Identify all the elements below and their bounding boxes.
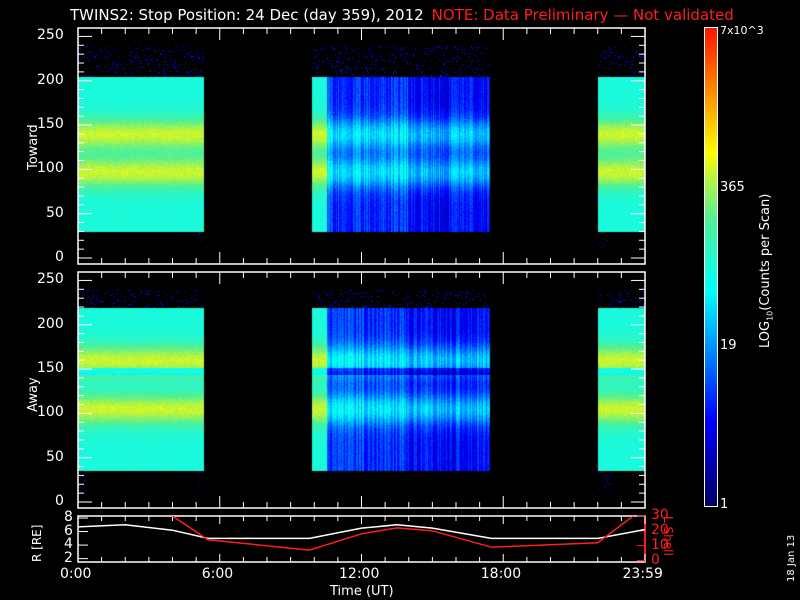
y-tick-label: 0 [55,493,64,509]
y-tick-label: 100 [37,160,64,177]
y-tick-label: 0 [55,249,64,265]
x-tick-label: 12:00 [339,566,380,582]
x-tick-label: 6:00 [201,566,234,582]
lshell-tick-label: 30 [651,507,669,523]
y-tick-label: 100 [37,404,64,421]
label-sub: 10 [765,310,775,321]
x-axis-label: Time (UT) [330,584,394,599]
colorbar [704,27,718,507]
lshell-tick-label: 20 [651,521,669,538]
colorbar-tick-max: 7x10^3 [720,24,764,37]
date-stamp: 18 Jan 13 [786,534,797,582]
lshell-line [172,516,634,551]
y-tick-label: 250 [37,27,64,44]
y-tick-label: 150 [37,360,64,377]
label-post: (Counts per Scan) [758,193,773,311]
y-tick-label: 50 [46,204,64,221]
panel-frame [77,27,646,265]
y-tick-label: 200 [37,315,64,332]
lshell-tick-label: 10 [651,536,669,553]
x-tick-label: 0:00 [60,566,92,582]
colorbar-label: LOG10(Counts per Scan) [758,194,775,348]
y-tick-label: 150 [37,116,64,133]
colorbar-tick-19: 19 [720,338,737,353]
y-tick-label: 50 [46,448,64,465]
y-tick-label: 250 [37,271,64,288]
r-tick-label: 8 [64,509,73,526]
r-distance-line [78,524,645,540]
y-tick-label: 200 [37,71,64,88]
colorbar-tick-365: 365 [720,180,745,195]
x-tick-label: 23:59 [622,566,663,582]
label-pre: LOG [758,320,773,348]
r-axis-label: R [RE] [30,524,44,562]
axes-frames [77,27,646,563]
colorbar-tick-1: 1 [720,497,729,512]
panel-frame [77,271,646,509]
x-tick-label: 18:00 [480,566,522,582]
